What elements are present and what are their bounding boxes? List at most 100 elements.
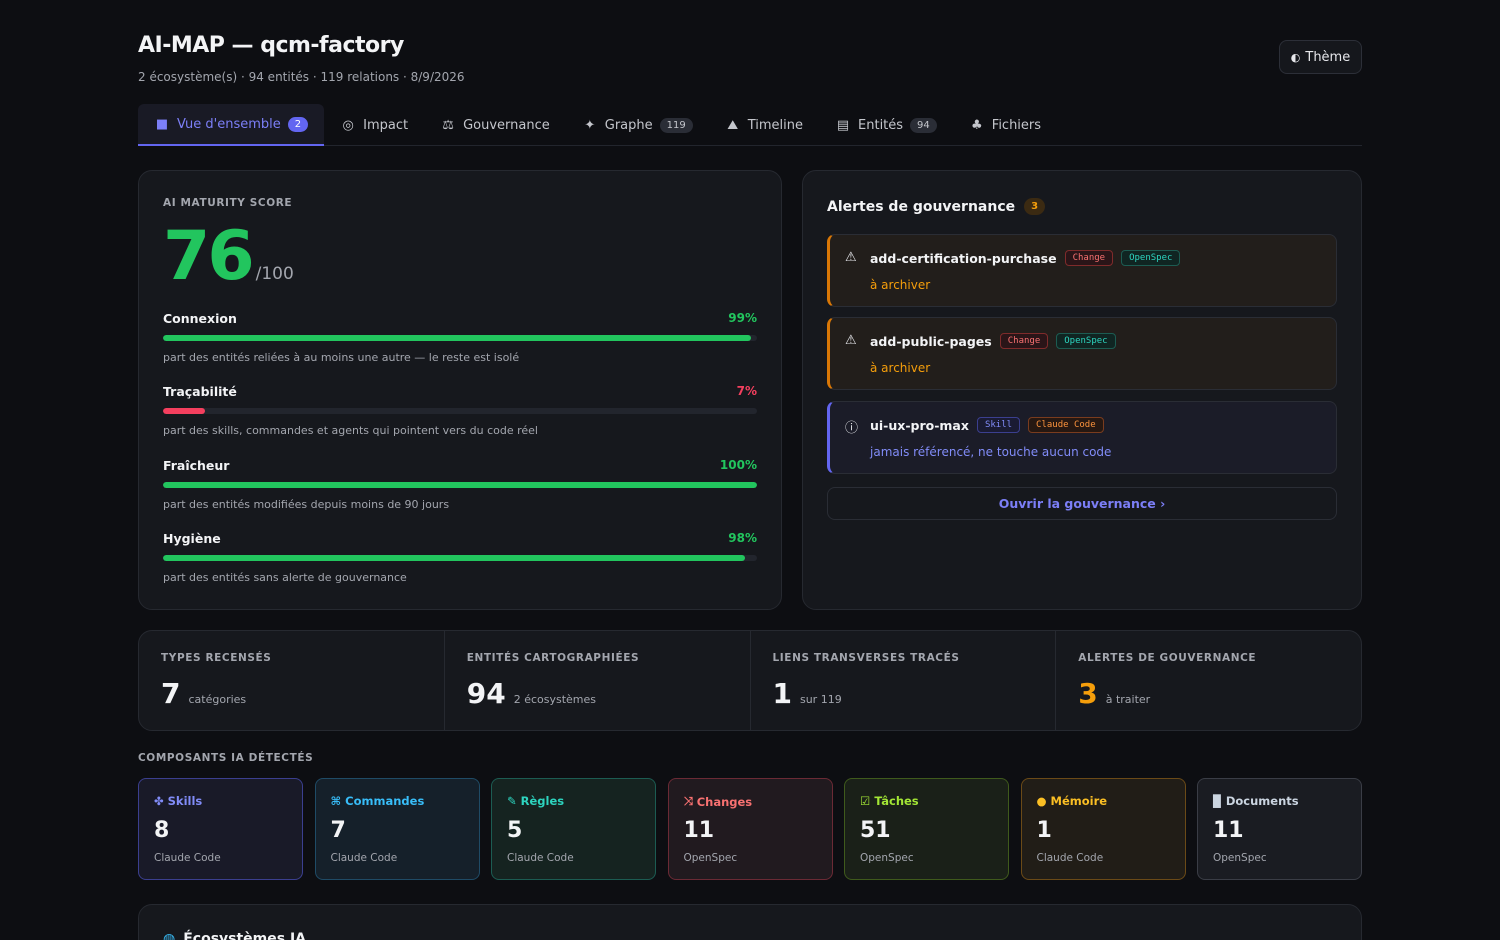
component-name-row: ✎ Règles (507, 794, 564, 808)
components-label: COMPOSANTS IA DÉTECTÉS (138, 752, 314, 764)
tag-badge: OpenSpec (1121, 250, 1181, 266)
tag-badge: Claude Code (1028, 417, 1104, 433)
component-card-documents[interactable]: ▉ Documents 11 OpenSpec (1197, 778, 1362, 880)
stat-value: 3 à traiter (1078, 677, 1150, 710)
stat-sub: à traiter (1105, 693, 1151, 706)
component-name-row: ⤨ Changes (684, 794, 753, 809)
tab-count-badge: 94 (910, 117, 937, 133)
tab-count-badge: 119 (659, 117, 693, 133)
stat-sub: 2 écosystèmes (513, 693, 597, 706)
stat-value: 94 2 écosystèmes (467, 677, 596, 710)
alerts-count-badge: 3 (1024, 198, 1046, 215)
tab-bar: ■ Vue d'ensemble 2 ◎ Impact ⚖ Gouvernance ✦ Grap… (138, 104, 1362, 146)
tab-vue-d-ensemble[interactable]: ■ Vue d'ensemble 2 (138, 104, 325, 146)
metric-1: Traçabilité 7% part des skills, commandes … (163, 384, 757, 437)
stat-number: 7 (161, 677, 181, 710)
command-icon: ⌘ (330, 794, 342, 808)
alert-item[interactable]: ⓘ ui-ux-pro-max Skill Claude Code jamais réf… (827, 401, 1337, 474)
component-source: Claude Code (507, 852, 574, 864)
metric-name: Fraîcheur (163, 458, 230, 473)
component-card-regles[interactable]: ✎ Règles 5 Claude Code (491, 778, 656, 880)
progress-bar (163, 335, 757, 341)
component-source: OpenSpec (860, 852, 914, 864)
component-count: 51 (860, 818, 891, 843)
ruler-icon: ✎ (507, 794, 517, 808)
metric-header: Connexion 99% (163, 311, 757, 326)
stat-label: ALERTES DE GOUVERNANCE (1078, 652, 1257, 664)
info-icon: ⓘ (845, 421, 859, 436)
tab-impact[interactable]: ◎ Impact (324, 104, 424, 146)
mountain-icon: ⛰ (727, 117, 739, 133)
component-count: 11 (683, 818, 715, 843)
stat-value: 7 catégories (161, 677, 246, 710)
alert-item[interactable]: ⚠ add-certification-purchase Change OpenSpe… (827, 234, 1337, 307)
component-name: Commandes (345, 794, 425, 808)
progress-fill (163, 408, 205, 414)
theme-label: Thème (1305, 49, 1351, 65)
component-count: 7 (330, 818, 346, 843)
metric-2: Fraîcheur 100% part des entités modifiées … (163, 458, 757, 511)
ecosystems-header: ◍ Écosystèmes IA (163, 931, 306, 940)
tab-label: Timeline (747, 117, 804, 133)
stat-number: 94 (466, 677, 506, 710)
maturity-card: AI MATURITY SCORE 76 /100 Connexion 99% pa… (138, 170, 782, 610)
metric-header: Fraîcheur 100% (163, 458, 757, 473)
component-name-row: ☑ Tâches (860, 794, 919, 808)
page-title: AI-MAP — qcm-factory (138, 33, 404, 58)
alert-message: à archiver (870, 361, 931, 375)
alert-item[interactable]: ⚠ add-public-pages Change OpenSpec à archive… (827, 317, 1337, 390)
tab-graphe[interactable]: ✦ Graphe 119 (566, 104, 709, 146)
document-icon: ▉ (1213, 794, 1222, 808)
component-count: 5 (507, 818, 523, 843)
component-source: Claude Code (1036, 852, 1104, 864)
component-card-memoire[interactable]: ● Mémoire 1 Claude Code (1020, 778, 1186, 880)
progress-fill (163, 555, 746, 561)
tab-entit-s[interactable]: ▤ Entités 94 (819, 104, 953, 146)
metric-description: part des entités modifiées depuis moins … (163, 498, 450, 511)
score-max: /100 (255, 264, 294, 284)
stat-label: ENTITÉS CARTOGRAPHIÉES (466, 652, 640, 664)
checkbox-icon: ☑ (860, 794, 871, 808)
tab-gouvernance[interactable]: ⚖ Gouvernance (424, 104, 566, 146)
alerts-header: Alertes de gouvernance 3 (827, 198, 1046, 215)
tab-label: Vue d'ensemble (177, 116, 281, 132)
target-icon: ◎ (342, 117, 354, 133)
graph-icon: ✦ (584, 117, 596, 133)
alert-name-row: add-certification-purchase Change OpenSpec (870, 250, 1181, 266)
metric-percent: 7% (736, 384, 757, 398)
component-name-row: ✤ Skills (154, 794, 202, 808)
metric-name: Traçabilité (163, 384, 237, 399)
component-card-skills[interactable]: ✤ Skills 8 Claude Code (138, 778, 303, 880)
globe-icon: ◍ (163, 931, 176, 940)
metric-description: part des skills, commandes et agents qui… (163, 424, 538, 437)
tab-fichiers[interactable]: ♣ Fichiers (953, 104, 1057, 146)
component-card-commandes[interactable]: ⌘ Commandes 7 Claude Code (314, 778, 480, 880)
warning-icon: ⚠ (845, 333, 857, 348)
index-card-icon: ▤ (836, 117, 850, 133)
component-card-taches[interactable]: ☑ Tâches 51 OpenSpec (844, 778, 1009, 880)
metric-description: part des entités reliées à au moins une … (163, 351, 520, 364)
warning-icon: ⚠ (845, 250, 857, 265)
metric-percent: 100% (719, 458, 757, 472)
component-card-changes[interactable]: ⤨ Changes 11 OpenSpec (667, 778, 833, 880)
progress-fill (163, 335, 752, 341)
component-count: 11 (1213, 818, 1244, 843)
metric-description: part des entités sans alerte de gouverna… (163, 571, 407, 584)
component-name-row: ● Mémoire (1037, 794, 1108, 808)
open-governance-button[interactable]: Ouvrir la gouvernance › (827, 487, 1337, 520)
tag-badge: Skill (976, 417, 1021, 433)
tab-count-badge: 2 (287, 116, 309, 132)
stat-value: 1 sur 119 (773, 677, 842, 710)
stats-card: TYPES RECENSÉS 7 catégories ENTITÉS CARTOGR… (138, 630, 1362, 731)
alert-name: add-public-pages (870, 333, 992, 349)
component-source: Claude Code (154, 852, 221, 864)
tab-label: Entités (858, 117, 904, 133)
shuffle-icon: ⤨ (683, 794, 693, 808)
alert-message: à archiver (870, 278, 931, 292)
theme-button[interactable]: ◐ Thème (1279, 40, 1362, 74)
stat-number: 1 (772, 677, 792, 710)
tab-timeline[interactable]: ⛰ Timeline (709, 104, 819, 146)
ecosystems-card: ◍ Écosystèmes IA (138, 904, 1362, 940)
maturity-score: 76 /100 (163, 219, 294, 295)
component-source: Claude Code (330, 852, 398, 864)
